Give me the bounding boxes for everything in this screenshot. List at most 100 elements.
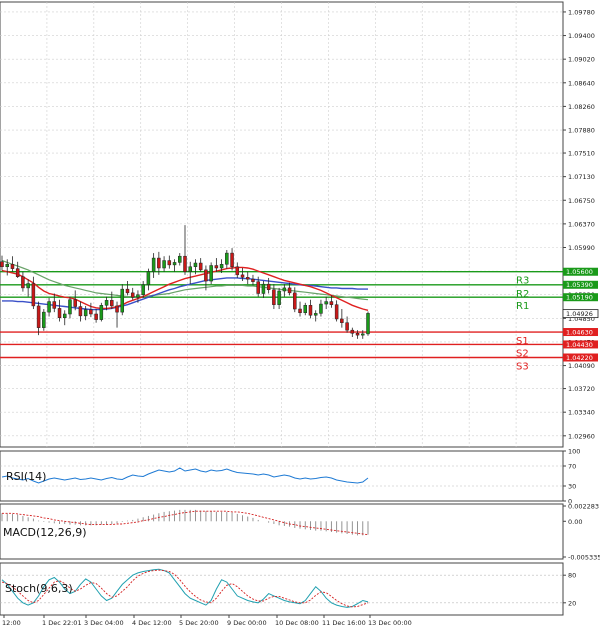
- candle-body: [130, 292, 135, 298]
- candle-body: [235, 266, 240, 276]
- candle-body: [256, 281, 260, 294]
- candle-body: [31, 283, 36, 307]
- time-tick-label: 12:00: [2, 619, 21, 627]
- time-tick-label: 11 Dec 16:00: [322, 619, 366, 627]
- price-tick-label: 1.03340: [568, 409, 595, 417]
- candle-body: [15, 268, 20, 277]
- candle-body: [350, 329, 355, 334]
- candle-body: [308, 305, 313, 316]
- macd-pane[interactable]: 0.002283 0.00 -0.005335 MACD(12,26,9): [0, 503, 600, 562]
- price-axis: 1.09780 1.09400 1.09020 1.08640 1.08260 1.078…: [562, 8, 599, 440]
- candle-body: [157, 257, 161, 269]
- candle-body: [52, 301, 57, 309]
- candle-body: [272, 289, 276, 305]
- candle-body: [261, 283, 266, 294]
- candle-body: [277, 290, 281, 305]
- candle-body: [204, 269, 208, 282]
- candle-body: [198, 262, 203, 271]
- candle-body: [178, 255, 182, 263]
- price-pane-frame: [0, 1, 564, 448]
- stoch-label: Stoch(9,6,3): [5, 582, 73, 595]
- price-tick-label: 1.07130: [568, 173, 595, 181]
- candle-body: [287, 287, 292, 294]
- time-tick-label: 10 Dec 08:00: [275, 619, 319, 627]
- candle-body: [329, 301, 334, 305]
- candle-body: [104, 300, 109, 306]
- level-label-r1: R1: [516, 301, 529, 312]
- candle-body: [94, 313, 98, 320]
- candle-body: [62, 313, 67, 318]
- candle-body: [5, 264, 9, 268]
- candle-body: [355, 333, 360, 336]
- candle-body: [240, 274, 245, 278]
- candle-body: [266, 283, 271, 291]
- level-tag-text-r2: 1.05390: [566, 281, 593, 289]
- candle-body: [188, 266, 192, 272]
- candle-body: [303, 305, 308, 314]
- candle-body: [26, 283, 30, 289]
- level-label-s1: S1: [516, 336, 529, 347]
- stoch-pane[interactable]: 80 20 Stoch(9,6,3): [0, 562, 576, 616]
- macd-tick-label: 0.00: [568, 518, 582, 526]
- candle-body: [334, 304, 339, 320]
- level-tag-text-r3: 1.05600: [566, 268, 593, 276]
- macd-label: MACD(12,26,9): [3, 526, 87, 539]
- candle-body: [21, 276, 25, 289]
- candle-body: [251, 278, 255, 282]
- candle-body: [193, 262, 198, 268]
- price-tick-label: 1.09780: [568, 8, 595, 16]
- price-pane[interactable]: R3R2R1S1S2S3 1.097801.094001.090201.0864…: [0, 1, 599, 448]
- candle-body: [136, 294, 140, 298]
- candle-body: [10, 264, 15, 269]
- candle-body: [141, 284, 145, 295]
- macd-tick-label: 0.002283: [568, 503, 599, 511]
- time-tick-label: 1 Dec 22:01: [42, 619, 82, 627]
- candle-body: [120, 288, 125, 313]
- rsi-pane[interactable]: 10070300 RSI(14): [0, 448, 580, 506]
- candle-body: [245, 277, 250, 280]
- candle-body: [42, 311, 46, 328]
- current-price-text: 1.04926: [566, 310, 593, 318]
- price-tick-label: 1.08260: [568, 103, 595, 111]
- price-tick-label: 1.07880: [568, 127, 595, 135]
- candle-body: [219, 264, 224, 269]
- candle-body: [89, 309, 93, 315]
- candle-body: [225, 252, 229, 265]
- price-tick-label: 1.09020: [568, 56, 595, 64]
- time-tick-label: 5 Dec 20:00: [179, 619, 219, 627]
- price-tick-label: 1.04090: [568, 362, 595, 370]
- price-tick-label: 1.08640: [568, 79, 595, 87]
- candle-body: [293, 292, 297, 310]
- candle-body: [230, 252, 234, 268]
- candle-body: [345, 322, 349, 331]
- price-tick-label: 1.05990: [568, 244, 595, 252]
- time-tick-label: 3 Dec 04:00: [84, 619, 124, 627]
- candle-body: [68, 299, 72, 315]
- rsi-tick-label: 70: [568, 463, 576, 471]
- candle-body: [366, 313, 370, 335]
- candle-body: [0, 261, 4, 268]
- level-tag-text-s2: 1.04430: [566, 341, 593, 349]
- candle-body: [319, 303, 323, 314]
- level-label-s3: S3: [516, 362, 529, 373]
- candle-body: [298, 308, 302, 314]
- candle-body: [125, 288, 130, 294]
- candle-body: [340, 318, 344, 323]
- candle-body: [282, 287, 287, 292]
- candle-body: [209, 265, 213, 282]
- price-tick-label: 1.07510: [568, 150, 595, 158]
- candle-body: [36, 305, 41, 328]
- time-tick-label: 4 Dec 12:00: [132, 619, 172, 627]
- rsi-label: RSI(14): [6, 470, 46, 483]
- time-tick-label: 9 Dec 00:00: [227, 619, 267, 627]
- price-tick-label: 1.06370: [568, 220, 595, 228]
- trading-chart: R3R2R1S1S2S3 1.097801.094001.090201.0864…: [0, 1, 600, 627]
- rsi-tick-label: 30: [568, 483, 576, 491]
- candle-body: [313, 313, 318, 316]
- candle-body: [324, 301, 328, 305]
- stoch-tick-label: 80: [568, 572, 576, 580]
- price-tick-label: 1.06750: [568, 197, 595, 205]
- rsi-tick-label: 100: [568, 448, 580, 456]
- stoch-tick-label: 20: [568, 599, 576, 607]
- candle-body: [146, 271, 151, 286]
